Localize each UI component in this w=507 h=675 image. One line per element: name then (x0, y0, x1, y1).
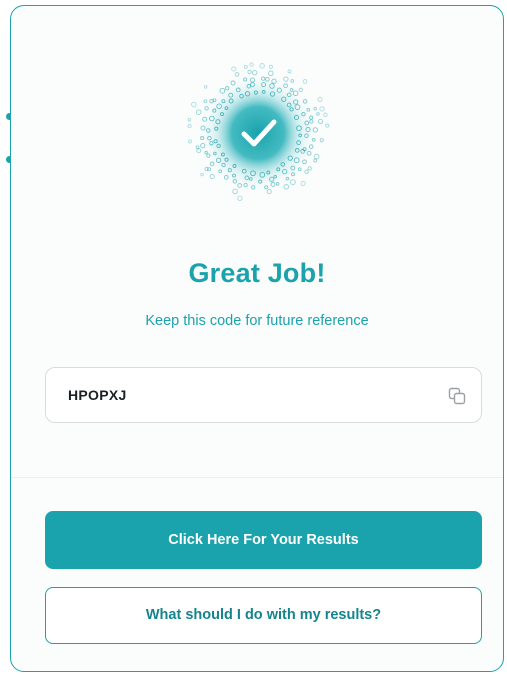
success-badge (183, 54, 333, 204)
dotted-halo (187, 62, 330, 201)
halo-dot (187, 124, 192, 129)
halo-dot (203, 85, 208, 89)
halo-dot (313, 106, 317, 111)
halo-dot (247, 69, 252, 75)
halo-dot (232, 188, 238, 195)
halo-dot (319, 138, 324, 143)
halo-dot (313, 158, 318, 163)
halo-dot (298, 87, 303, 93)
copy-icon[interactable] (448, 387, 466, 405)
halo-dot (319, 106, 325, 112)
halo-dot (290, 79, 295, 83)
halo-dot (283, 76, 289, 82)
success-card: Great Job! Keep this code for future ref… (10, 5, 504, 672)
halo-dot (200, 172, 204, 177)
halo-dot (283, 184, 290, 190)
halo-dot (195, 145, 200, 150)
success-title: Great Job! (188, 258, 326, 288)
halo-dot (316, 112, 320, 116)
halo-dot (237, 195, 243, 201)
halo-dot (266, 189, 272, 195)
halo-dot (249, 62, 254, 67)
halo-dot (188, 139, 192, 144)
halo-dot (290, 179, 296, 185)
halo-dot (287, 69, 292, 74)
view-results-button[interactable]: Click Here For Your Results (45, 511, 482, 569)
halo-dot (268, 70, 274, 77)
halo-dot (231, 66, 237, 72)
halo-dot (317, 118, 324, 124)
halo-dot (243, 64, 248, 69)
results-help-button[interactable]: What should I do with my results? (45, 587, 482, 644)
badge-glow (200, 75, 316, 191)
reference-code-field[interactable]: HPOPXJ (45, 367, 482, 423)
halo-dot (234, 72, 240, 77)
halo-dot (268, 64, 273, 69)
halo-dot (209, 173, 215, 180)
halo-dot (304, 169, 309, 174)
halo-dot (203, 99, 208, 104)
halo-dot (252, 70, 258, 76)
halo-dot (300, 180, 306, 186)
halo-dot (259, 63, 265, 69)
halo-dot (302, 79, 308, 84)
reference-code-value: HPOPXJ (68, 387, 127, 403)
halo-dot (191, 101, 197, 108)
halo-dot (323, 112, 328, 118)
halo-dot (187, 117, 192, 122)
halo-dot (196, 148, 202, 154)
halo-dot (325, 123, 330, 128)
halo-dot (313, 153, 320, 160)
halo-dot (195, 109, 202, 115)
halo-dot (307, 166, 312, 171)
section-divider (11, 477, 503, 478)
success-subtitle: Keep this code for future reference (145, 313, 369, 329)
halo-dot (317, 96, 323, 102)
